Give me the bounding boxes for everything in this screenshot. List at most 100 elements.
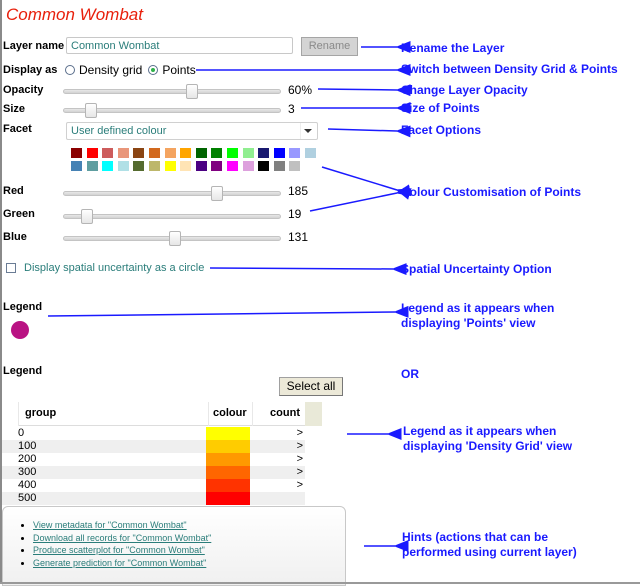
colour-swatch[interactable] <box>258 161 270 171</box>
size-label: Size <box>3 103 26 115</box>
chevron-down-icon[interactable] <box>304 129 312 133</box>
colour-swatch[interactable] <box>211 161 223 171</box>
density-grid-label[interactable]: Density grid <box>79 63 142 77</box>
colour-swatch[interactable] <box>304 148 316 158</box>
legend-table-body: 0 >100 >200 >300 >400 >500 <box>2 427 305 505</box>
layer-name-input[interactable] <box>66 37 293 54</box>
colour-swatch[interactable] <box>133 148 145 158</box>
hint-item: View metadata for "Common Wombat" <box>33 519 345 532</box>
arrow-facet <box>327 125 411 138</box>
blue-slider[interactable] <box>63 231 281 246</box>
hint-link[interactable]: Produce scatterplot for "Common Wombat" <box>33 545 205 555</box>
colour-swatch[interactable] <box>71 148 82 158</box>
size-value: 3 <box>288 102 295 116</box>
colour-swatch[interactable] <box>102 161 114 171</box>
colour-swatch[interactable] <box>226 161 238 171</box>
facet-selected-value: User defined colour <box>71 125 167 137</box>
colour-swatch[interactable] <box>180 148 192 158</box>
size-slider[interactable] <box>63 103 281 118</box>
legend-table-row[interactable]: 200 > <box>2 453 305 466</box>
colour-swatch[interactable] <box>258 148 270 158</box>
column-header-count[interactable]: count <box>252 402 305 426</box>
spatial-uncertainty-checkbox[interactable] <box>6 263 16 273</box>
red-slider-thumb[interactable] <box>211 186 224 201</box>
select-all-button[interactable]: Select all <box>279 377 343 396</box>
spatial-uncertainty-option[interactable]: Display spatial uncertainty as a circle <box>6 262 204 274</box>
annotation-uncertainty: Spatial Uncertainty Option <box>401 262 552 276</box>
points-label[interactable]: Points <box>162 63 195 77</box>
hints-panel: View metadata for "Common Wombat" Downloa… <box>2 506 346 586</box>
colour-swatch[interactable] <box>148 148 160 158</box>
layer-name-label: Layer name <box>3 40 65 52</box>
display-as-label: Display as <box>3 64 58 76</box>
legend-count-cell[interactable]: > <box>250 440 305 453</box>
points-legend-dot <box>11 321 29 339</box>
green-label: Green <box>3 208 35 220</box>
colour-swatch[interactable] <box>226 148 238 158</box>
colour-swatch[interactable] <box>289 148 301 158</box>
colour-swatch[interactable] <box>273 148 285 158</box>
red-slider[interactable] <box>63 186 281 201</box>
legend-table-row[interactable]: 500 <box>2 492 305 505</box>
colour-swatch[interactable] <box>117 161 129 171</box>
legend-group-cell: 500 <box>18 492 37 504</box>
legend-table-row[interactable]: 400 > <box>2 479 305 492</box>
legend-table-row[interactable]: 300 > <box>2 466 305 479</box>
header-scroll-spacer <box>305 402 322 426</box>
colour-palette <box>71 148 321 171</box>
hint-link[interactable]: Generate prediction for "Common Wombat" <box>33 558 206 568</box>
opacity-slider[interactable] <box>63 84 281 99</box>
density-grid-radio[interactable] <box>65 65 75 75</box>
colour-swatch[interactable] <box>117 148 129 158</box>
annotation-switch: Switch between Density Grid & Points <box>401 62 618 76</box>
legend-count-cell[interactable] <box>250 492 305 505</box>
hint-link[interactable]: Download all records for "Common Wombat" <box>33 533 211 543</box>
colour-swatch[interactable] <box>71 161 82 171</box>
colour-swatch[interactable] <box>148 161 160 171</box>
colour-swatch[interactable] <box>195 161 207 171</box>
colour-swatch[interactable] <box>242 161 254 171</box>
legend-table-row[interactable]: 0 > <box>2 427 305 440</box>
legend-group-cell: 200 <box>18 453 37 465</box>
legend-count-cell[interactable]: > <box>250 479 305 492</box>
annotation-or: OR <box>401 367 419 381</box>
legend-colour-cell <box>206 492 250 505</box>
colour-swatch[interactable] <box>164 148 176 158</box>
annotation-legend-grid-line1: Legend as it appears when <box>403 424 557 438</box>
annotation-size: Size of Points <box>401 101 480 115</box>
column-header-colour[interactable]: colour <box>208 402 252 426</box>
legend-colour-cell <box>206 440 250 453</box>
legend-group-cell: 400 <box>18 479 37 491</box>
select-separator <box>300 123 301 139</box>
size-slider-thumb[interactable] <box>85 103 97 118</box>
legend-count-cell[interactable]: > <box>250 427 305 440</box>
legend-colour-cell <box>206 479 250 492</box>
legend-count-cell[interactable]: > <box>250 466 305 479</box>
colour-swatch[interactable] <box>86 148 98 158</box>
colour-swatch[interactable] <box>133 161 145 171</box>
colour-swatch[interactable] <box>273 161 285 171</box>
colour-swatch[interactable] <box>195 148 207 158</box>
colour-swatch[interactable] <box>102 148 114 158</box>
green-slider[interactable] <box>63 209 281 224</box>
column-header-group[interactable]: group <box>18 402 208 426</box>
blue-slider-thumb[interactable] <box>168 231 181 246</box>
points-radio[interactable] <box>148 65 159 75</box>
green-slider-thumb[interactable] <box>80 209 93 224</box>
legend-table-row[interactable]: 100 > <box>2 440 305 453</box>
colour-swatch[interactable] <box>164 161 176 171</box>
colour-swatch[interactable] <box>289 161 301 171</box>
hint-link[interactable]: View metadata for "Common Wombat" <box>33 520 187 530</box>
annotation-opacity: Change Layer Opacity <box>401 83 528 97</box>
rename-button[interactable]: Rename <box>301 37 358 56</box>
opacity-slider-thumb[interactable] <box>186 84 198 99</box>
annotation-rename: Rename the Layer <box>401 41 505 55</box>
spatial-uncertainty-label[interactable]: Display spatial uncertainty as a circle <box>24 262 204 274</box>
legend-count-cell[interactable]: > <box>250 453 305 466</box>
colour-swatch[interactable] <box>86 161 98 171</box>
colour-swatch[interactable] <box>211 148 223 158</box>
opacity-value: 60% <box>288 83 313 97</box>
colour-swatch[interactable] <box>180 161 192 171</box>
facet-select[interactable]: User defined colour <box>66 122 318 140</box>
colour-swatch[interactable] <box>242 148 254 158</box>
